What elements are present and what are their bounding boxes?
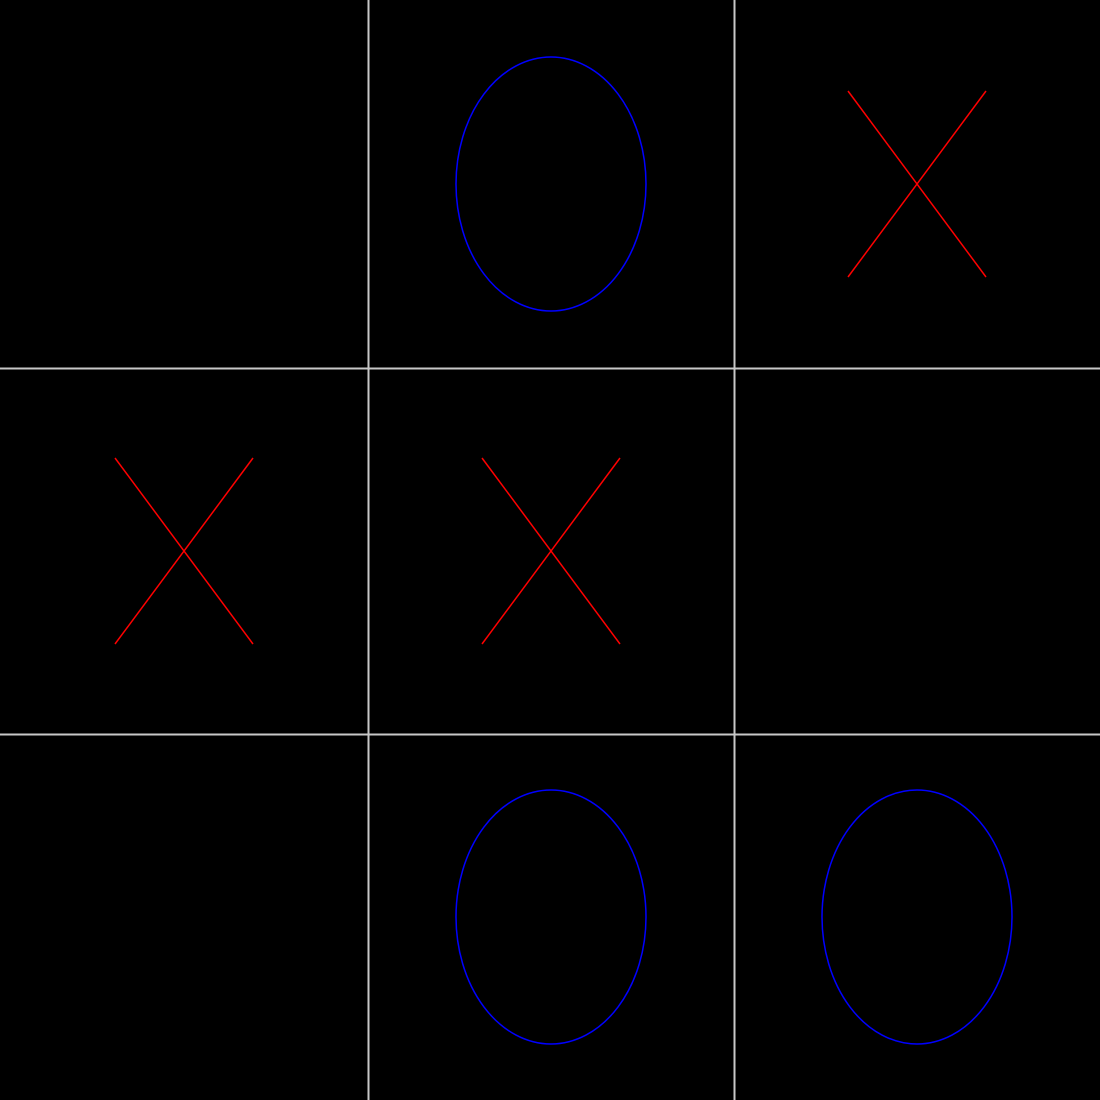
board-cell-r3-c3[interactable] [734, 734, 1100, 1100]
board-cell-r1-c1[interactable] [0, 0, 368, 368]
board-cell-r3-c1[interactable] [0, 734, 368, 1100]
board-cell-r1-c2[interactable] [368, 0, 734, 368]
board-canvas [0, 0, 1100, 1100]
tic-tac-toe-board [0, 0, 1100, 1100]
board-cell-r2-c3[interactable] [734, 368, 1100, 734]
board-cell-r3-c2[interactable] [368, 734, 734, 1100]
